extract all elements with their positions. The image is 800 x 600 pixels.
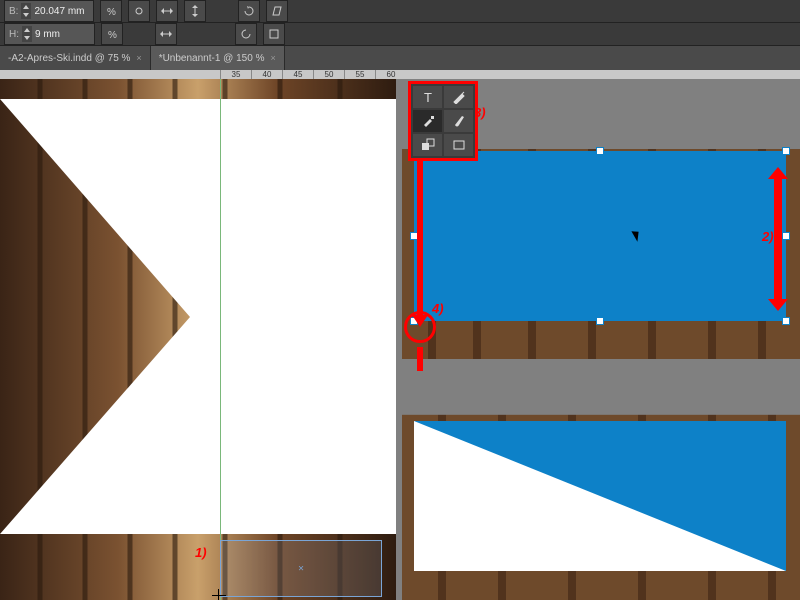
chevron-down-icon[interactable] [21,11,31,19]
tool-palette: T [408,81,478,161]
ruler-tick: 50 [313,70,344,79]
flip-h-icon[interactable] [156,0,178,22]
chevron-up-icon[interactable] [21,3,31,11]
annotation-step4: 4) [432,301,444,316]
control-bar: B: 20.047 mm % [0,0,800,23]
selection-handle[interactable] [782,317,790,325]
horizontal-ruler[interactable]: 35 40 45 50 55 60 [0,70,800,79]
annotation-step2: 2) [762,229,774,244]
height-label: H: [9,29,19,40]
selection-handle[interactable] [596,317,604,325]
ruler-tick: 35 [220,70,251,79]
flip-v-icon[interactable] [184,0,206,22]
panel-top[interactable]: T 3) [402,79,800,359]
link-icon[interactable] [128,0,150,22]
canvas-left[interactable]: × 1) B: 20,047 mm H: 9 mm [0,79,396,600]
drawing-rectangle[interactable]: × [220,540,382,597]
svg-text:%: % [108,30,117,40]
app-root: B: 20.047 mm % H: 9 mm % [0,0,800,600]
tab-label: *Unbenannt-1 @ 150 % [159,53,265,64]
percent-icon[interactable]: % [101,23,123,45]
annotation-step1: 1) [195,545,207,560]
white-pennant-shape[interactable] [0,79,396,600]
red-double-arrow-icon [774,179,782,299]
triangle-result[interactable] [414,421,786,571]
frame-x-icon: × [298,563,304,574]
tab-unbenannt-1[interactable]: *Unbenannt-1 @ 150 % × [151,46,285,70]
type-tool-icon[interactable]: T [413,86,442,108]
selection-handle[interactable] [782,232,790,240]
align-icon[interactable] [263,23,285,45]
close-icon[interactable]: × [270,53,275,63]
control-bar-row2: H: 9 mm % [0,23,800,46]
ruler-tick: 40 [251,70,282,79]
chevron-down-icon[interactable] [22,34,32,42]
ruler-tick: 60 [375,70,406,79]
cursor-crosshair-icon [212,589,226,600]
width-value: 20.047 mm [34,6,89,17]
height-field[interactable]: H: 9 mm [4,23,95,45]
width-label: B: [9,6,18,17]
brush-tool-icon[interactable] [444,110,473,132]
red-arrow-icon [417,137,423,317]
flip-h-icon[interactable] [155,23,177,45]
percent-icon[interactable]: % [100,0,122,22]
rotate-ccw-icon[interactable] [235,23,257,45]
rotate-icon[interactable] [238,0,260,22]
svg-text:%: % [107,7,116,17]
shear-icon[interactable] [266,0,288,22]
document-tabs: -A2-Apres-Ski.indd @ 75 % × *Unbenannt-1… [0,46,800,70]
pen-tool-icon[interactable] [444,86,473,108]
close-icon[interactable]: × [136,53,141,63]
canvas-right: T 3) [396,79,800,600]
selection-handle[interactable] [782,147,790,155]
panel-bottom[interactable] [402,371,800,600]
tab-label: -A2-Apres-Ski.indd @ 75 % [8,53,130,64]
selection-handle[interactable] [596,147,604,155]
svg-text:T: T [424,90,432,104]
rectangle-tool-icon[interactable] [444,134,473,156]
height-stepper[interactable] [22,26,32,42]
main-split: × 1) B: 20,047 mm H: 9 mm [0,79,800,600]
width-stepper[interactable] [21,3,31,19]
ruler-tick: 45 [282,70,313,79]
tab-apres-ski[interactable]: -A2-Apres-Ski.indd @ 75 % × [0,46,151,70]
eyedropper-tool-icon[interactable] [413,110,442,132]
ruler-tick: 55 [344,70,375,79]
swap-fill-stroke-icon[interactable] [413,134,442,156]
height-value: 9 mm [35,29,90,40]
selected-rectangle[interactable] [414,151,786,321]
guide-vertical[interactable] [220,79,221,600]
chevron-up-icon[interactable] [22,26,32,34]
width-field[interactable]: B: 20.047 mm [4,0,94,22]
